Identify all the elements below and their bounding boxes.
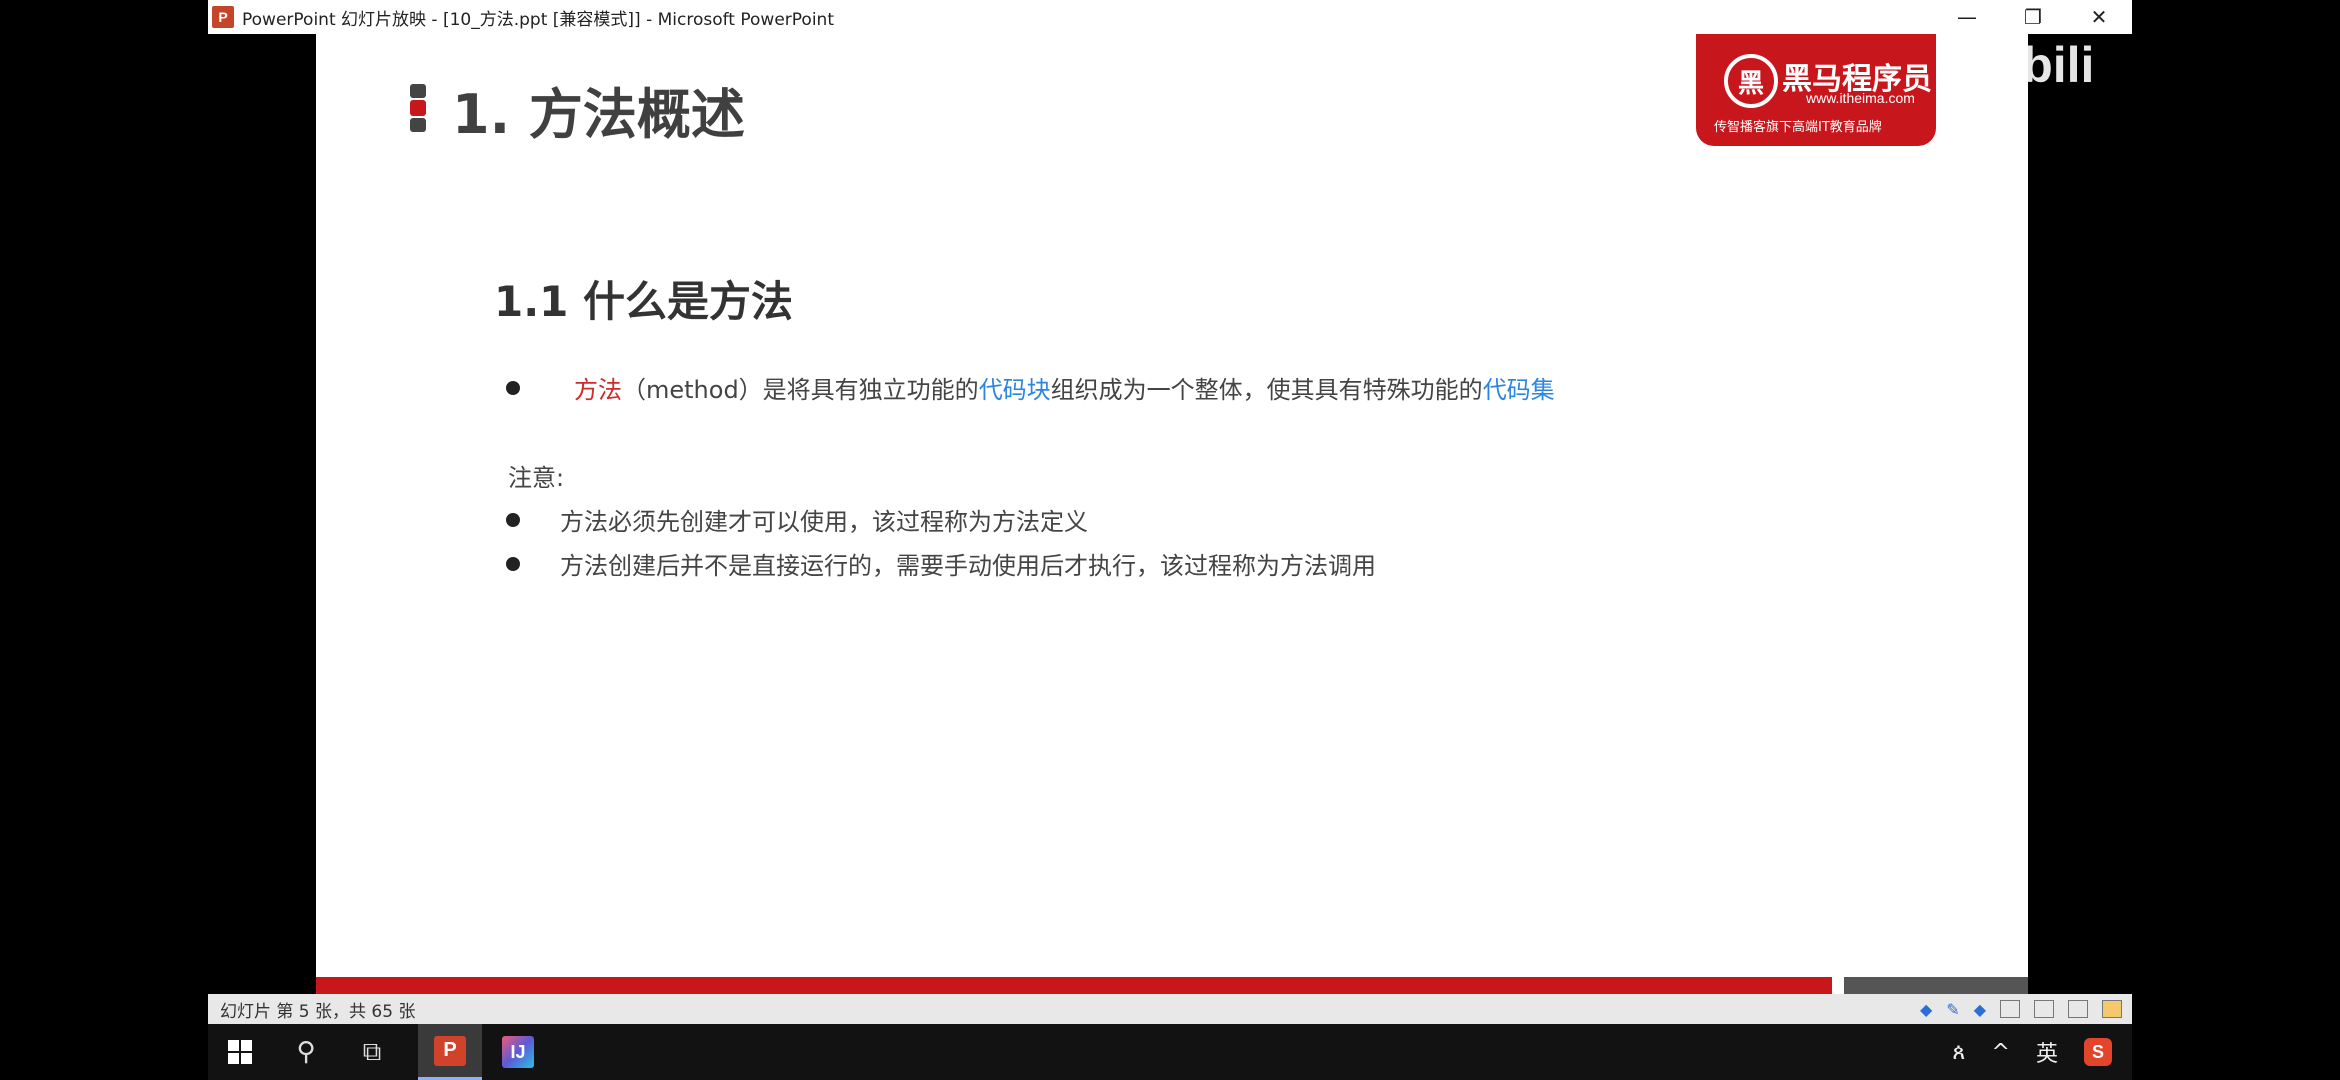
- bullet-dot-icon: [506, 380, 520, 395]
- start-button[interactable]: [208, 1024, 272, 1080]
- screen: P PowerPoint 幻灯片放映 - [10_方法.ppt [兼容模式]] …: [208, 0, 2132, 1080]
- definition-part2: 组织成为一个整体，使其具有特殊功能的: [1050, 376, 1483, 404]
- term-code-block: 代码块: [978, 376, 1051, 404]
- input-method-indicator[interactable]: 英: [2036, 1036, 2058, 1068]
- sogou-ime-icon[interactable]: S: [2084, 1038, 2112, 1066]
- system-tray: ጰ ^ 英 S: [1952, 1024, 2112, 1080]
- slide-footer-bar: [316, 977, 1832, 994]
- note-bullet: 方法必须先创建才可以使用，该过程称为方法定义: [506, 502, 1088, 537]
- powerpoint-app-icon[interactable]: P: [212, 6, 234, 28]
- minimize-button[interactable]: —: [1934, 0, 2000, 34]
- bullet-dot-icon: [506, 512, 520, 527]
- windows-taskbar: ⚲ ⧉ P IJ ጰ ^ 英 S: [208, 1024, 2132, 1080]
- section-subtitle: 1.1 什么是方法: [494, 277, 794, 326]
- term-code-set: 代码集: [1482, 376, 1555, 404]
- slide-canvas[interactable]: 1. 方法概述 黑 黑马程序员 www.itheima.com 传智播客旗下高端…: [316, 34, 2028, 994]
- itheima-logo: 黑 黑马程序员 www.itheima.com 传智播客旗下高端IT教育品牌: [1696, 34, 1936, 146]
- title-marker-icon: [410, 84, 426, 98]
- close-button[interactable]: ✕: [2066, 0, 2132, 34]
- show-hidden-icons-chevron-icon[interactable]: ^: [1992, 1040, 2010, 1065]
- people-icon[interactable]: ጰ: [1952, 1040, 1965, 1065]
- window-controls: — ❐ ✕: [1934, 0, 2132, 34]
- term-method: 方法: [574, 376, 622, 404]
- note-label: 注意:: [508, 464, 565, 492]
- title-marker-icon: [410, 100, 426, 116]
- definition-bullet: 方法 （method）是将具有独立功能的 代码块 组织成为一个整体，使其具有特殊…: [506, 370, 1555, 405]
- window-titlebar: P PowerPoint 幻灯片放映 - [10_方法.ppt [兼容模式]] …: [208, 0, 2132, 34]
- task-view-icon[interactable]: ⧉: [340, 1024, 404, 1080]
- next-arrow-icon[interactable]: ◆: [1974, 1000, 1986, 1019]
- slide-footer-bar-gray: [1844, 977, 2028, 994]
- previous-arrow-icon[interactable]: ◆: [1920, 1000, 1932, 1019]
- restore-button[interactable]: ❐: [2000, 0, 2066, 34]
- pen-tool-icon[interactable]: ✎: [1946, 1000, 1959, 1019]
- note-text: 方法创建后并不是直接运行的，需要手动使用后才执行，该过程称为方法调用: [560, 552, 1376, 580]
- window-title: PowerPoint 幻灯片放映 - [10_方法.ppt [兼容模式]] - …: [242, 9, 834, 30]
- reading-view-icon[interactable]: [2068, 1000, 2088, 1018]
- slide-title: 1. 方法概述: [452, 83, 745, 146]
- slideshow-view-icon[interactable]: [2102, 1000, 2122, 1018]
- itheima-emblem-icon: 黑: [1724, 54, 1778, 108]
- note-text: 方法必须先创建才可以使用，该过程称为方法定义: [560, 508, 1088, 536]
- windows-logo-icon: [228, 1040, 252, 1064]
- logo-slogan: 传智播客旗下高端IT教育品牌: [1714, 120, 1882, 135]
- powerpoint-statusbar: 幻灯片 第 5 张，共 65 张 ◆ ✎ ◆: [208, 994, 2132, 1024]
- logo-url: www.itheima.com: [1806, 90, 1915, 106]
- powerpoint-icon: P: [434, 1035, 466, 1066]
- taskbar-intellij[interactable]: IJ: [486, 1024, 550, 1080]
- definition-part1: （method）是将具有独立功能的: [622, 376, 979, 404]
- bilibili-watermark-logo: bilibili: [1950, 37, 2095, 93]
- note-bullet: 方法创建后并不是直接运行的，需要手动使用后才执行，该过程称为方法调用: [506, 546, 1376, 581]
- intellij-icon: IJ: [502, 1036, 534, 1068]
- slide-sorter-view-icon[interactable]: [2034, 1000, 2054, 1018]
- bullet-dot-icon: [506, 556, 520, 571]
- slide-counter: 幻灯片 第 5 张，共 65 张: [220, 1001, 416, 1022]
- normal-view-icon[interactable]: [2000, 1000, 2020, 1018]
- statusbar-controls: ◆ ✎ ◆: [1920, 994, 2122, 1024]
- taskbar-powerpoint[interactable]: P: [418, 1024, 482, 1080]
- search-icon[interactable]: ⚲: [274, 1024, 338, 1080]
- title-marker-icon: [410, 118, 426, 132]
